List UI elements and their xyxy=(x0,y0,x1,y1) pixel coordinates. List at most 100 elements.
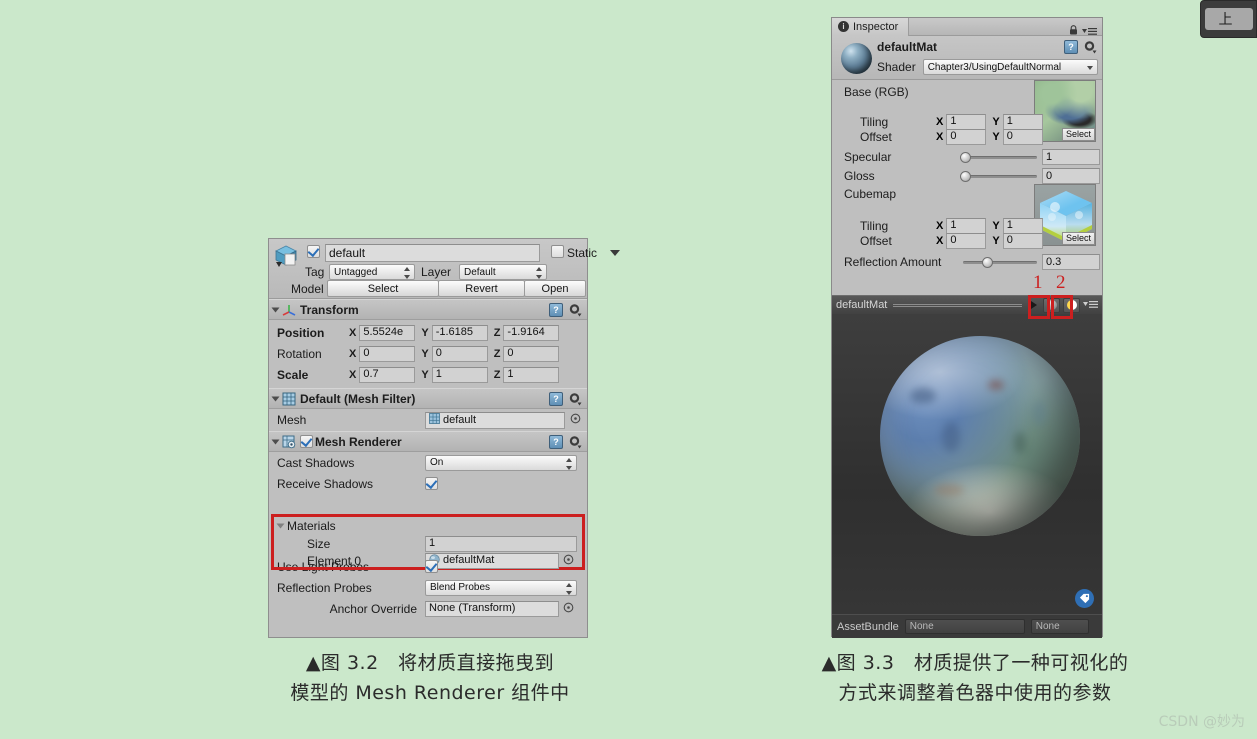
axis-label-x: X xyxy=(936,234,944,247)
mesh-filter-icon xyxy=(282,392,296,406)
reflection-probes-dropdown[interactable]: Blend Probes xyxy=(425,579,577,596)
cubemap-offset-x-input[interactable]: 0 xyxy=(946,232,987,249)
material-inspector-panel: i Inspector defaultMat ? Shader Chapter3… xyxy=(831,17,1103,638)
element0-object-field[interactable]: defaultMat xyxy=(425,552,559,569)
reflection-amount-label: Reflection Amount xyxy=(844,255,942,269)
anchor-override-picker-icon[interactable] xyxy=(563,602,574,616)
transform-title: Transform xyxy=(300,302,359,317)
mesh-renderer-enabled-checkbox[interactable] xyxy=(300,435,313,448)
specular-slider[interactable] xyxy=(960,152,1037,163)
material-preview-stage[interactable] xyxy=(832,314,1102,614)
caption-right-line1: ▲图 3.3 材质提供了一种可视化的 xyxy=(821,652,1129,674)
rotation-y-input[interactable]: 0 xyxy=(431,345,488,362)
gear-icon[interactable] xyxy=(1083,40,1097,54)
foldout-arrow-icon[interactable] xyxy=(276,523,285,529)
static-dropdown-arrow[interactable] xyxy=(610,250,620,256)
help-book-icon[interactable]: ? xyxy=(549,303,563,317)
material-preview-sphere[interactable] xyxy=(880,336,1080,536)
updown-arrows-icon xyxy=(566,457,573,470)
top-right-ui-fragment[interactable]: 上 xyxy=(1200,0,1257,38)
transform-component-header[interactable]: Transform ? xyxy=(269,299,587,320)
reflection-amount-slider[interactable] xyxy=(963,257,1037,268)
layer-dropdown[interactable]: Default xyxy=(459,264,547,280)
gloss-slider[interactable] xyxy=(960,171,1037,182)
mesh-label: Mesh xyxy=(277,413,307,427)
help-book-icon[interactable]: ? xyxy=(1064,40,1078,54)
prefab-cube-icon xyxy=(274,244,302,268)
reflection-probes-row: Reflection Probes Blend Probes xyxy=(269,577,587,598)
axis-label-y: Y xyxy=(992,130,1000,143)
cubemap-texture-thumbnail[interactable]: Select xyxy=(1034,184,1096,246)
static-checkbox[interactable] xyxy=(551,245,564,258)
rotation-z-input[interactable]: 0 xyxy=(503,345,560,362)
position-z-input[interactable]: -1.9164 xyxy=(503,324,560,341)
axis-label-x: X xyxy=(349,347,357,360)
cubemap-offset-y-input[interactable]: 0 xyxy=(1002,232,1043,249)
anchor-override-label: Anchor Override xyxy=(329,601,417,616)
position-x-input[interactable]: 5.5524e xyxy=(359,324,416,341)
specular-value-input[interactable]: 1 xyxy=(1042,149,1100,165)
gear-icon[interactable] xyxy=(568,392,582,406)
preview-drag-handle[interactable] xyxy=(893,303,1022,307)
shader-dropdown[interactable]: Chapter3/UsingDefaultNormal xyxy=(922,59,1098,75)
transform-position-row: Position X 5.5524e Y -1.6185 Z -1.9164 xyxy=(269,322,587,343)
gloss-slider-knob[interactable] xyxy=(960,171,971,182)
gear-icon[interactable] xyxy=(568,435,582,449)
scale-z-input[interactable]: 1 xyxy=(503,366,560,383)
axis-label-z: Z xyxy=(493,368,501,381)
model-select-button[interactable]: Select xyxy=(327,280,439,297)
assetbundle-name-dropdown[interactable]: None xyxy=(904,619,1025,634)
game-object-name-input[interactable]: default xyxy=(325,244,540,262)
rotation-x-input[interactable]: 0 xyxy=(359,345,416,362)
base-texture-thumbnail[interactable]: Select xyxy=(1034,80,1096,142)
cubemap-select-button[interactable]: Select xyxy=(1061,232,1095,245)
receive-shadows-checkbox[interactable] xyxy=(425,477,438,490)
materials-foldout-row[interactable]: Materials xyxy=(274,517,582,535)
mesh-renderer-component-header[interactable]: Mesh Renderer ? xyxy=(269,431,587,452)
scale-label: Scale xyxy=(277,367,309,382)
scale-y-input[interactable]: 1 xyxy=(431,366,488,383)
caption-right-line2: 方式来调整着色器中使用的参数 xyxy=(838,682,1112,704)
tag-dropdown[interactable]: Untagged xyxy=(329,264,415,280)
cast-shadows-dropdown[interactable]: On xyxy=(425,454,577,471)
mesh-filter-component-header[interactable]: Default (Mesh Filter) ? xyxy=(269,388,587,409)
base-offset-row: Offset X 0 Y 0 xyxy=(832,127,1043,146)
axis-label-y: Y xyxy=(421,326,429,339)
element0-picker-icon[interactable] xyxy=(563,554,574,568)
sphere-blotch xyxy=(988,380,1004,390)
preview-menu-icon[interactable] xyxy=(1083,296,1098,314)
assetbundle-variant-dropdown[interactable]: None xyxy=(1030,619,1089,634)
base-texture-select-button[interactable]: Select xyxy=(1061,128,1095,141)
specular-slider-knob[interactable] xyxy=(960,152,971,163)
model-open-button[interactable]: Open xyxy=(524,280,586,297)
transform-rotation-row: Rotation X 0 Y 0 Z 0 xyxy=(269,343,587,364)
model-revert-button[interactable]: Revert xyxy=(438,280,525,297)
base-offset-x-input[interactable]: 0 xyxy=(946,128,987,145)
help-book-icon[interactable]: ? xyxy=(549,435,563,449)
base-offset-y-input[interactable]: 0 xyxy=(1002,128,1043,145)
mesh-filter-title: Default (Mesh Filter) xyxy=(300,391,416,406)
reflection-amount-slider-knob[interactable] xyxy=(982,257,993,268)
lock-icon[interactable] xyxy=(1069,22,1078,35)
mesh-object-field[interactable]: default xyxy=(425,411,565,429)
mesh-picker-icon[interactable] xyxy=(570,413,581,427)
foldout-arrow-icon[interactable] xyxy=(271,396,280,401)
gear-icon[interactable] xyxy=(568,303,582,317)
use-light-probes-checkbox[interactable] xyxy=(425,560,438,573)
scale-x-input[interactable]: 0.7 xyxy=(359,366,416,383)
asset-label-badge[interactable] xyxy=(1075,589,1094,608)
help-book-icon[interactable]: ? xyxy=(549,392,563,406)
sphere-blotch xyxy=(910,388,936,404)
position-y-input[interactable]: -1.6185 xyxy=(431,324,488,341)
foldout-arrow-icon[interactable] xyxy=(271,439,280,444)
materials-size-input[interactable]: 1 xyxy=(425,535,577,552)
game-object-active-checkbox[interactable] xyxy=(307,245,320,258)
anchor-override-object-field[interactable]: None (Transform) xyxy=(425,600,559,617)
tab-inspector[interactable]: i Inspector xyxy=(832,17,910,36)
gloss-value-input[interactable]: 0 xyxy=(1042,168,1100,184)
assetbundle-variant-value: None xyxy=(1035,621,1060,632)
cubemap-offset-row: Offset X 0 Y 0 xyxy=(832,231,1043,250)
reflection-amount-value-input[interactable]: 0.3 xyxy=(1042,254,1100,270)
foldout-arrow-icon[interactable] xyxy=(271,307,280,312)
axis-label-y: Y xyxy=(421,368,429,381)
